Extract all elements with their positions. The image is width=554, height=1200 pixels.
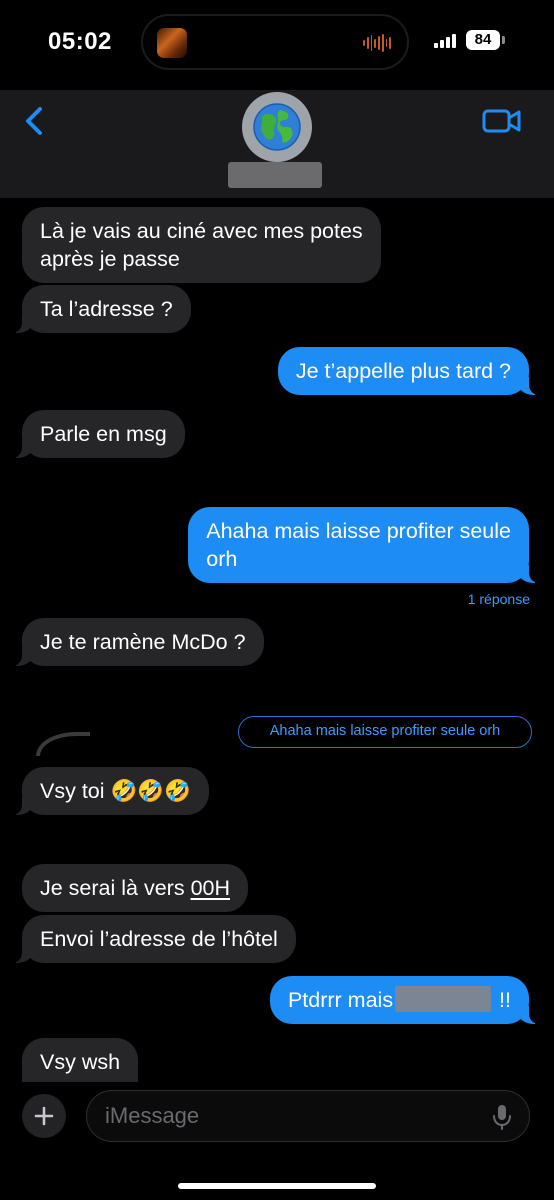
message-text: Je t’appelle plus tard ? [295,359,511,383]
message-input-placeholder: iMessage [105,1103,200,1128]
message-incoming[interactable]: Ta l’adresse ? [12,285,191,333]
message-text: Ta l’adresse ? [40,297,173,321]
dictation-button[interactable] [491,1103,513,1131]
message-text: Parle en msg [40,422,167,446]
message-incoming[interactable]: Parle en msg [12,410,185,458]
message-input[interactable]: iMessage [86,1090,530,1142]
message-line: Là je vais au ciné avec mes potes [40,219,363,243]
message-text: Vsy toi 🤣🤣🤣 [40,779,191,803]
message-line: orh [206,547,238,571]
message-text: Ptdrrr mais [287,988,394,1012]
time-link[interactable]: 00H [191,876,230,900]
home-indicator[interactable] [178,1183,376,1189]
cellular-signal-icon [434,32,460,48]
message-text-suffix: !! [493,988,511,1012]
dynamic-island[interactable] [141,14,409,70]
microphone-icon [493,1105,511,1130]
message-text: Je te ramène McDo ? [40,630,246,654]
message-outgoing[interactable]: Ptdrrr mais !! [269,976,540,1024]
facetime-video-button[interactable] [482,104,522,138]
conversation-header [0,90,554,198]
message-text: Vsy wsh [40,1050,121,1074]
chevron-left-icon [26,107,42,135]
message-incoming[interactable]: Je te ramène McDo ? [12,618,264,666]
message-line: après je passe [40,247,180,271]
globe-icon [253,103,301,151]
message-outgoing[interactable]: Je t’appelle plus tard ? [277,347,540,395]
status-bar: 05:02 84 [0,0,554,90]
contact-name-redacted[interactable] [228,162,322,188]
message-incoming[interactable]: Je serai là vers 00H [22,864,249,912]
message-outgoing[interactable]: Ahaha mais laisse profiter seule orh [188,507,539,583]
message-line: Ahaha mais laisse profiter seule [206,519,511,543]
contact-avatar[interactable] [242,92,312,162]
battery-indicator: 84 [466,30,500,50]
battery-tip [502,36,505,44]
message-text: Je serai là vers [40,876,191,900]
clock: 05:02 [48,28,112,55]
redacted-text [395,986,492,1012]
message-incoming[interactable]: Là je vais au ciné avec mes potes après … [22,207,381,283]
video-camera-icon [482,109,521,133]
now-playing-artwork [157,28,187,58]
message-text: Envoi l’adresse de l’hôtel [40,927,278,951]
apps-plus-button[interactable] [22,1094,66,1138]
reply-count-link[interactable]: 1 réponse [468,591,530,607]
message-incoming[interactable]: Envoi l’adresse de l’hôtel [12,915,296,963]
message-incoming[interactable]: Vsy toi 🤣🤣🤣 [12,767,209,815]
plus-icon [34,1106,54,1126]
quoted-reply-chip[interactable]: Ahaha mais laisse profiter seule orh [238,716,532,748]
back-button[interactable] [18,104,52,138]
reply-thread-connector [36,732,90,756]
audio-waveform-icon [363,34,391,52]
